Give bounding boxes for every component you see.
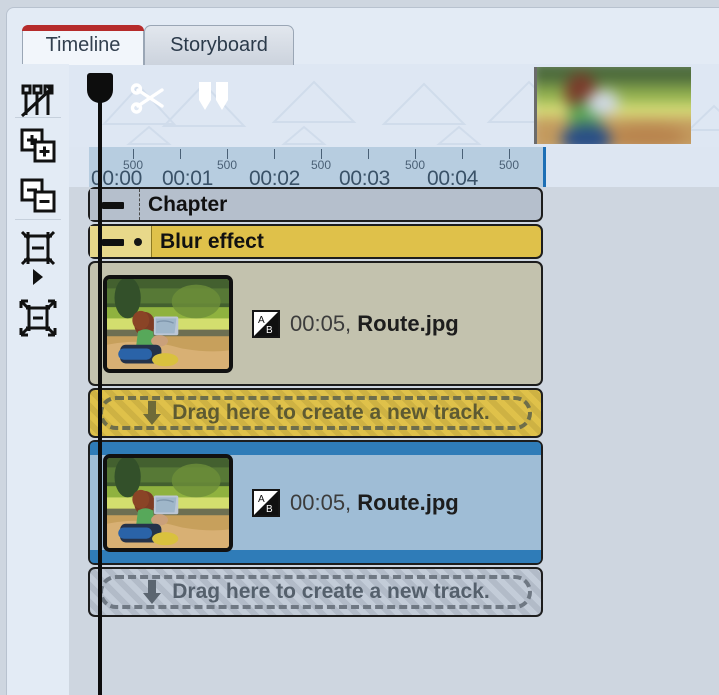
tab-storyboard[interactable]: Storyboard bbox=[144, 25, 294, 65]
clip-duration: 00:05, bbox=[290, 489, 352, 515]
tab-active-accent bbox=[22, 25, 144, 31]
ruler-tick bbox=[368, 149, 369, 159]
down-arrow-icon bbox=[143, 401, 162, 425]
track-chapter-gutter[interactable] bbox=[90, 189, 140, 220]
track-blur-gutter[interactable] bbox=[90, 226, 152, 257]
ruler-half-label: 500 bbox=[310, 158, 332, 172]
track-clip-beige[interactable]: A B 00:05, Route.jpg bbox=[88, 261, 543, 386]
track-list: Chapter Blur effect A B 00:05, Route.jpg… bbox=[88, 187, 543, 619]
split-clips-icon[interactable] bbox=[7, 78, 69, 126]
ruler-tick bbox=[462, 149, 463, 159]
minus-icon[interactable] bbox=[102, 238, 124, 246]
dropzone-yellow[interactable]: Drag here to create a new track. bbox=[88, 388, 543, 438]
track-chapter[interactable]: Chapter bbox=[88, 187, 543, 222]
tab-bar: Timeline Storyboard bbox=[0, 0, 719, 65]
track-chapter-label: Chapter bbox=[148, 192, 228, 216]
ruler-tick bbox=[180, 149, 181, 159]
time-ruler[interactable]: 500 500 500 500 500 00:00 00:01 00:02 00… bbox=[69, 147, 719, 190]
ab-transition-icon: A B bbox=[252, 309, 280, 338]
timeline-viewport[interactable]: 500 500 500 500 500 00:00 00:01 00:02 00… bbox=[69, 64, 719, 695]
svg-text:B: B bbox=[266, 325, 273, 336]
ab-transition-icon: A B bbox=[252, 488, 280, 517]
timeline-editor-window: Timeline Storyboard 500 500 500 500 500 … bbox=[0, 0, 719, 695]
track-blur-label: Blur effect bbox=[160, 229, 264, 253]
clip-meta: A B 00:05, Route.jpg bbox=[252, 309, 459, 338]
dropzone-gray[interactable]: Drag here to create a new track. bbox=[88, 567, 543, 617]
minus-icon[interactable] bbox=[102, 201, 124, 209]
clip-duration: 00:05, bbox=[290, 310, 352, 336]
clip-label: 00:05, Route.jpg bbox=[290, 311, 459, 337]
rail-divider-2 bbox=[15, 219, 61, 220]
clip-filename: Route.jpg bbox=[357, 310, 459, 336]
rail-divider-1 bbox=[15, 117, 61, 118]
clip-label: 00:05, Route.jpg bbox=[290, 490, 459, 516]
expand-arrow-icon[interactable] bbox=[7, 262, 69, 292]
dropzone-border[interactable]: Drag here to create a new track. bbox=[99, 575, 532, 609]
tab-storyboard-label: Storyboard bbox=[170, 34, 268, 56]
clip-thumbnail[interactable] bbox=[103, 453, 233, 552]
preview-thumbnail bbox=[534, 67, 691, 144]
ruler-half-label: 500 bbox=[404, 158, 426, 172]
svg-text:A: A bbox=[258, 494, 265, 505]
svg-text:A: A bbox=[258, 315, 265, 326]
clip-bottom-band bbox=[90, 550, 541, 563]
down-arrow-icon bbox=[143, 580, 162, 604]
tool-rail bbox=[7, 64, 69, 695]
dropzone-label: Drag here to create a new track. bbox=[172, 580, 490, 603]
ruler-half-label: 500 bbox=[216, 158, 238, 172]
dot-icon[interactable] bbox=[134, 237, 142, 246]
clip-filename: Route.jpg bbox=[357, 489, 459, 515]
add-track-icon[interactable] bbox=[7, 122, 69, 170]
ruler-end-marker bbox=[543, 147, 546, 187]
split-marker-icon[interactable] bbox=[194, 80, 234, 114]
dropzone-border[interactable]: Drag here to create a new track. bbox=[99, 396, 532, 430]
dropzone-label: Drag here to create a new track. bbox=[172, 401, 490, 424]
scissors-icon[interactable] bbox=[129, 79, 173, 119]
clip-meta: A B 00:05, Route.jpg bbox=[252, 488, 459, 517]
ruler-tick bbox=[274, 149, 275, 159]
svg-text:B: B bbox=[266, 504, 273, 515]
clip-thumbnail[interactable] bbox=[103, 274, 233, 373]
track-blur-effect[interactable]: Blur effect bbox=[88, 224, 543, 259]
tab-timeline[interactable]: Timeline bbox=[22, 25, 144, 65]
ruler-half-label: 500 bbox=[498, 158, 520, 172]
track-clip-blue[interactable]: A B 00:05, Route.jpg bbox=[88, 440, 543, 565]
fit-timeline-icon[interactable] bbox=[7, 294, 69, 342]
tab-timeline-label: Timeline bbox=[45, 34, 121, 56]
remove-track-icon[interactable] bbox=[7, 172, 69, 220]
